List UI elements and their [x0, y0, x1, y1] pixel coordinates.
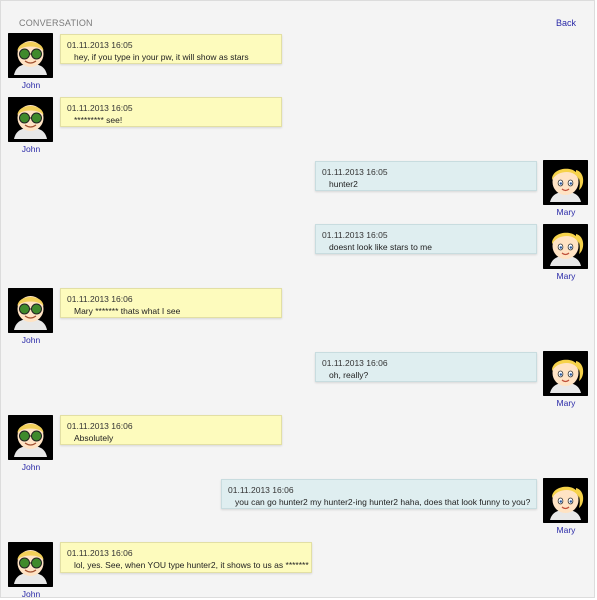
message-text: oh, really? [329, 370, 369, 380]
message-timestamp: 01.11.2013 16:05 [67, 40, 133, 50]
john-avatar-icon [8, 33, 53, 78]
avatar-john[interactable]: John [8, 97, 54, 154]
message-timestamp: 01.11.2013 16:05 [322, 167, 388, 177]
message-bubble: 01.11.2013 16:05 hey, if you type in you… [60, 34, 282, 64]
avatar-mary[interactable]: Mary [543, 478, 589, 535]
message-timestamp: 01.11.2013 16:06 [67, 548, 133, 558]
john-avatar-icon [8, 415, 53, 460]
sender-name[interactable]: Mary [543, 271, 589, 281]
john-avatar-icon [8, 288, 53, 333]
message-timestamp: 01.11.2013 16:06 [228, 485, 294, 495]
conversation-panel: CONVERSATION Back John 01.11.2013 16:05 … [0, 0, 595, 599]
message-text: doesnt look like stars to me [329, 242, 432, 252]
avatar-john[interactable]: John [8, 542, 54, 599]
sender-name[interactable]: John [8, 80, 54, 90]
message-bubble: 01.11.2013 16:06 Mary ******* thats what… [60, 288, 282, 318]
avatar-john[interactable]: John [8, 33, 54, 90]
mary-avatar-icon [543, 351, 588, 396]
message-timestamp: 01.11.2013 16:06 [67, 421, 133, 431]
message-bubble: 01.11.2013 16:06 lol, yes. See, when YOU… [60, 542, 312, 573]
sender-name[interactable]: Mary [543, 207, 589, 217]
message-bubble: 01.11.2013 16:05 doesnt look like stars … [315, 224, 537, 254]
avatar-john[interactable]: John [8, 415, 54, 472]
mary-avatar-icon [543, 224, 588, 269]
avatar-mary[interactable]: Mary [543, 160, 589, 217]
message-text: hey, if you type in your pw, it will sho… [74, 52, 249, 62]
message-text: ********* see! [74, 115, 123, 125]
sender-name[interactable]: Mary [543, 525, 589, 535]
john-avatar-icon [8, 542, 53, 587]
message-text: Mary ******* thats what I see [74, 306, 181, 316]
message-text: Absolutely [74, 433, 114, 443]
sender-name[interactable]: Mary [543, 398, 589, 408]
john-avatar-icon [8, 97, 53, 142]
page-title: CONVERSATION [19, 18, 93, 28]
message-timestamp: 01.11.2013 16:06 [322, 358, 388, 368]
message-bubble: 01.11.2013 16:06 oh, really? [315, 352, 537, 382]
mary-avatar-icon [543, 478, 588, 523]
sender-name[interactable]: John [8, 589, 54, 599]
message-bubble: 01.11.2013 16:06 Absolutely [60, 415, 282, 445]
message-timestamp: 01.11.2013 16:05 [322, 230, 388, 240]
sender-name[interactable]: John [8, 335, 54, 345]
message-bubble: 01.11.2013 16:05 hunter2 [315, 161, 537, 191]
message-text: hunter2 [329, 179, 358, 189]
message-timestamp: 01.11.2013 16:06 [67, 294, 133, 304]
avatar-mary[interactable]: Mary [543, 224, 589, 281]
message-text: you can go hunter2 my hunter2-ing hunter… [235, 497, 531, 507]
mary-avatar-icon [543, 160, 588, 205]
message-bubble: 01.11.2013 16:05 ********* see! [60, 97, 282, 127]
message-timestamp: 01.11.2013 16:05 [67, 103, 133, 113]
message-text: lol, yes. See, when YOU type hunter2, it… [74, 560, 309, 570]
sender-name[interactable]: John [8, 462, 54, 472]
avatar-mary[interactable]: Mary [543, 351, 589, 408]
sender-name[interactable]: John [8, 144, 54, 154]
back-link[interactable]: Back [556, 18, 576, 28]
avatar-john[interactable]: John [8, 288, 54, 345]
message-bubble: 01.11.2013 16:06 you can go hunter2 my h… [221, 479, 537, 509]
